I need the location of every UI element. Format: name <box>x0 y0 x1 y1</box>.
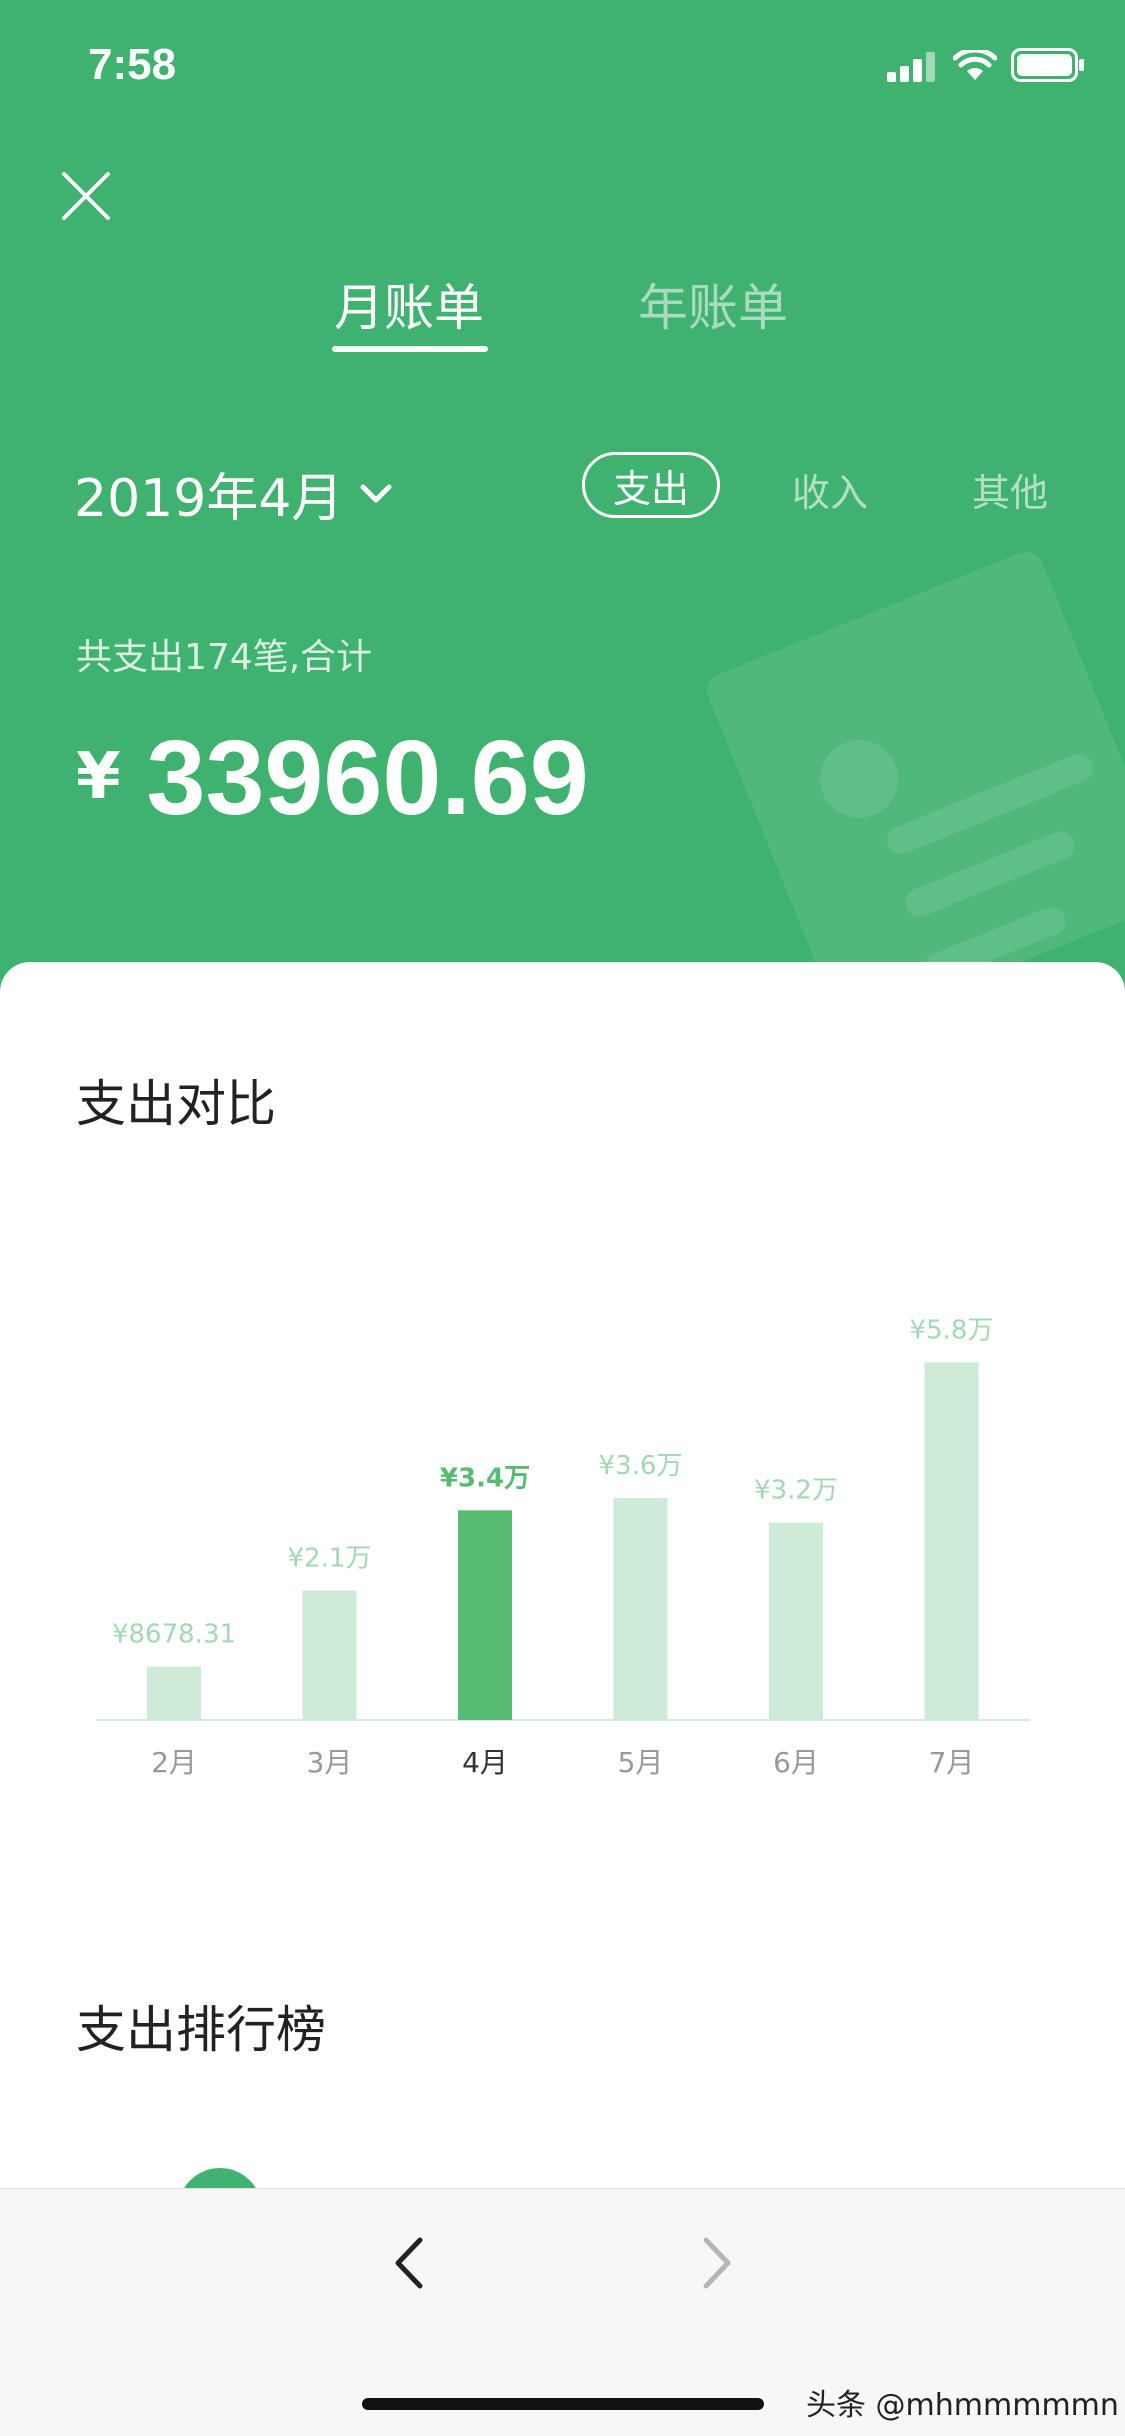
chart-value-label: ¥8678.31 <box>112 1619 236 1649</box>
chart-category-label[interactable]: 7月 <box>929 1746 975 1779</box>
currency-symbol: ¥ <box>76 740 121 814</box>
chart-bar[interactable] <box>924 1362 979 1720</box>
status-time: 7:58 <box>88 40 177 89</box>
expense-summary-text: 共支出174笔,合计 <box>76 637 373 678</box>
chart-bar[interactable] <box>302 1590 357 1721</box>
close-icon[interactable] <box>58 168 114 224</box>
comparison-title: 支出对比 <box>76 1075 276 1133</box>
total-amount-value: 33960.69 <box>146 719 589 837</box>
chart-bar[interactable] <box>147 1666 201 1720</box>
filter-income[interactable]: 收入 <box>792 462 868 517</box>
watermark: 头条 @mhmmmmmn <box>806 2388 1119 2423</box>
chevron-right-icon[interactable] <box>680 2228 750 2298</box>
header: 7:58 月账单 年账单 2019年4月 支出 收入 其他 共支出174笔,合计… <box>0 0 1125 1000</box>
chevron-down-icon <box>360 484 392 502</box>
status-icons <box>887 48 1085 82</box>
tab-yearly-bill[interactable]: 年账单 <box>638 268 788 340</box>
chart-value-label: ¥3.2万 <box>754 1476 838 1506</box>
tab-active-underline <box>332 346 488 352</box>
signal-icon <box>887 52 935 82</box>
expense-comparison-chart: ¥8678.31 2月 ¥2.1万 3月 ¥3.4万 4月 ¥3.6万 5月 ¥3.2万 6月 ¥5… <box>96 1315 1030 1779</box>
home-indicator <box>362 2398 764 2410</box>
decorative-circle <box>820 740 898 818</box>
chart-category-label[interactable]: 5月 <box>618 1746 664 1779</box>
filter-expense[interactable]: 支出 <box>582 452 720 518</box>
ranking-title: 支出排行榜 <box>76 2001 326 2059</box>
month-selector-label: 2019年4月 <box>74 469 344 529</box>
tab-monthly-bill[interactable]: 月账单 <box>334 268 484 340</box>
chart-bar[interactable] <box>458 1510 512 1720</box>
chart-value-label: ¥5.8万 <box>910 1315 994 1345</box>
chart-bar[interactable] <box>613 1498 668 1720</box>
chart-value-label: ¥3.4万 <box>440 1463 530 1493</box>
month-selector[interactable]: 2019年4月 <box>74 456 393 531</box>
chart-category-label[interactable]: 6月 <box>773 1746 819 1779</box>
wifi-icon <box>953 50 997 80</box>
chart-value-label: ¥2.1万 <box>288 1544 372 1574</box>
battery-icon <box>1011 48 1084 82</box>
chart-category-label[interactable]: 3月 <box>307 1746 353 1779</box>
chart-bar[interactable] <box>769 1522 823 1720</box>
chart-category-label[interactable]: 4月 <box>462 1746 508 1779</box>
chart-category-label[interactable]: 2月 <box>151 1746 197 1779</box>
chart-value-label: ¥3.6万 <box>599 1451 683 1481</box>
chevron-left-icon[interactable] <box>376 2228 446 2298</box>
total-amount: ¥ 33960.69 <box>76 718 589 839</box>
filter-other[interactable]: 其他 <box>972 462 1048 517</box>
